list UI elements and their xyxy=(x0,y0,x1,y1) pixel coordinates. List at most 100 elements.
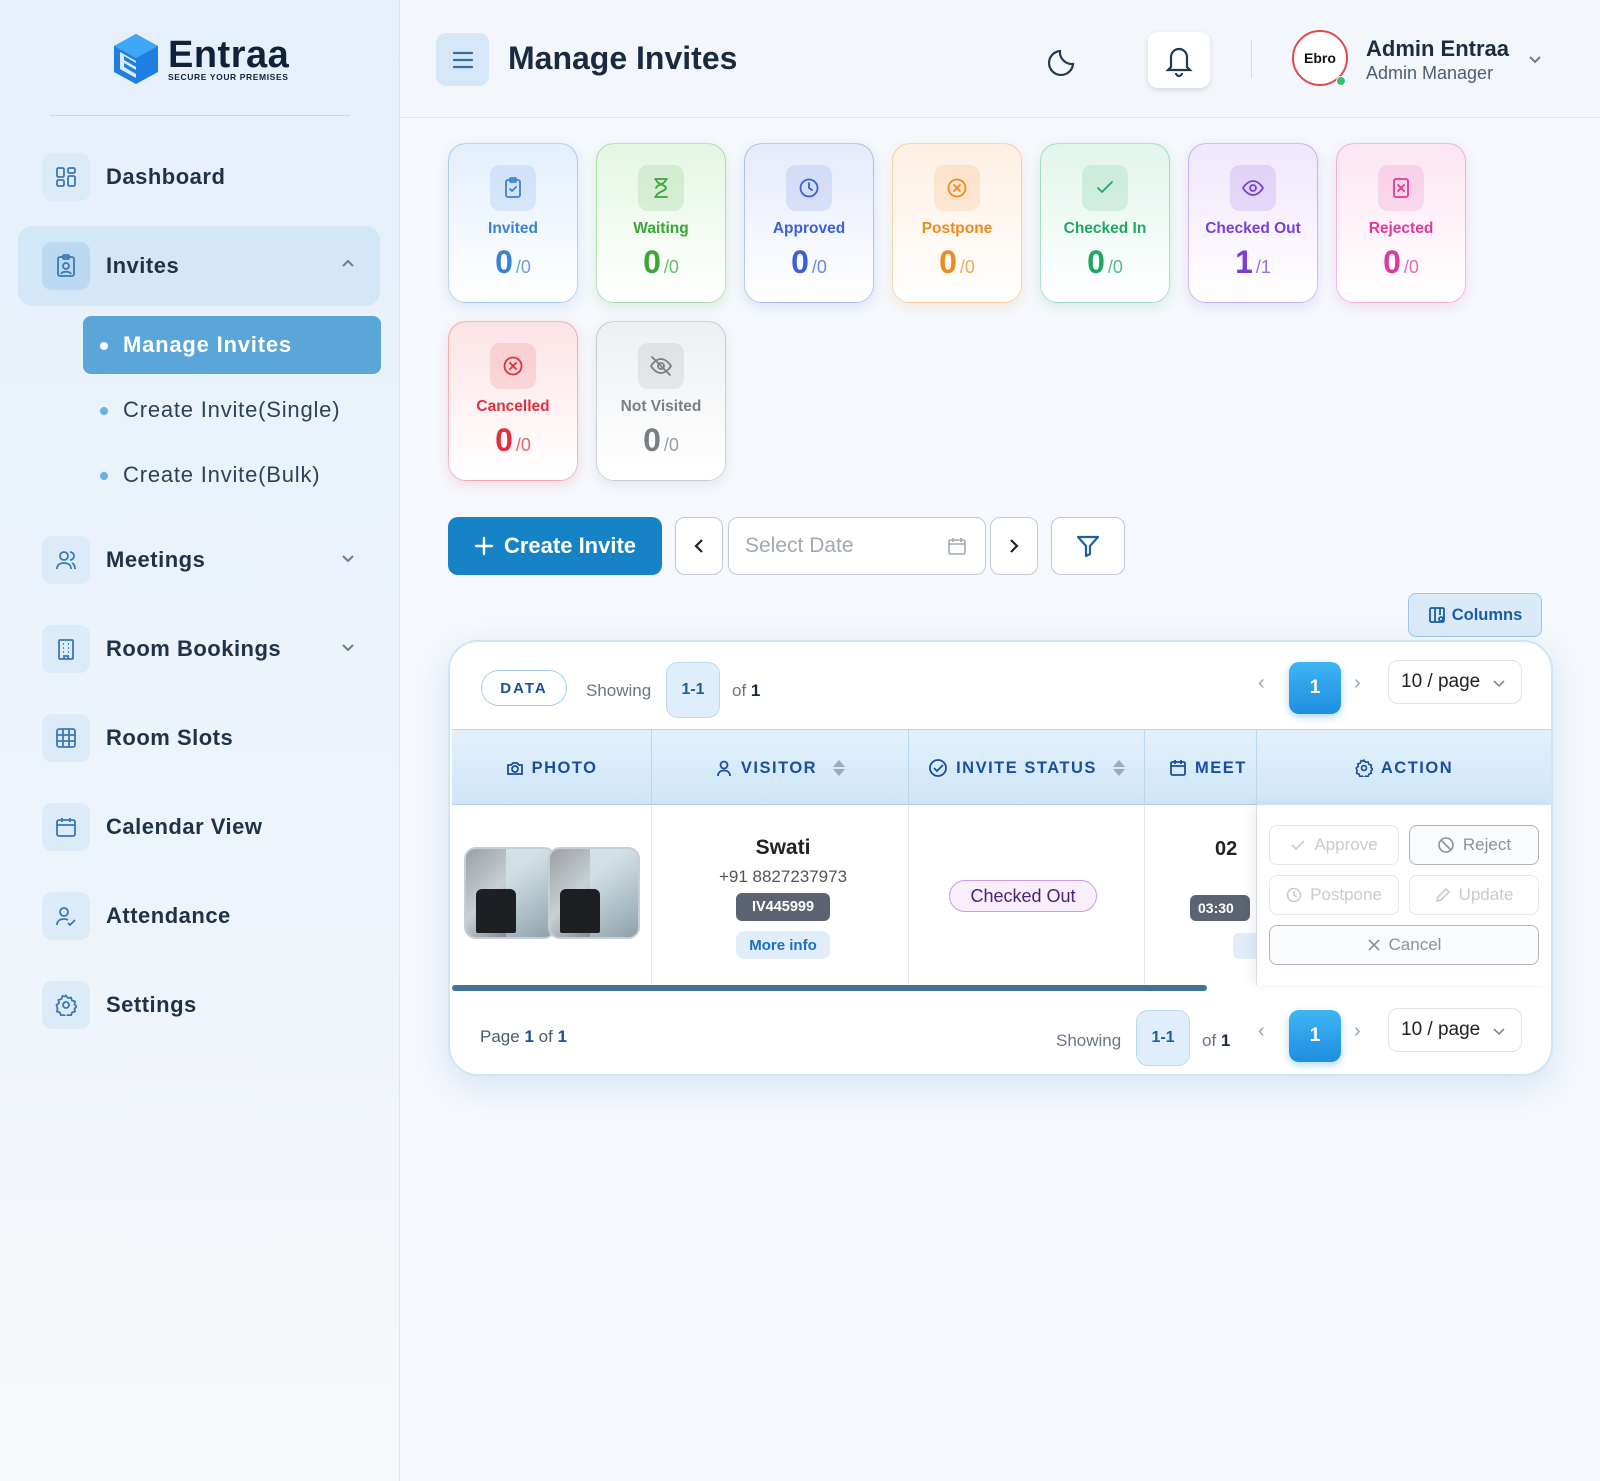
stat-card-waiting[interactable]: Waiting 0/0 xyxy=(596,143,726,303)
building-icon xyxy=(42,625,90,673)
sidebar-item-meetings[interactable]: Meetings xyxy=(18,520,380,600)
menu-toggle-button[interactable] xyxy=(436,33,489,86)
brand-logo[interactable]: Entraa SECURE YOUR PREMISES xyxy=(110,32,289,86)
moon-icon xyxy=(1047,49,1075,77)
sidebar-item-label: Invites xyxy=(106,253,180,278)
sidebar-item-label: Attendance xyxy=(106,903,231,928)
sidebar-item-room-bookings[interactable]: Room Bookings xyxy=(18,609,380,689)
stat-card-cancelled[interactable]: Cancelled 0/0 xyxy=(448,321,578,481)
of-label: of xyxy=(732,681,747,700)
clipboard-check-icon xyxy=(490,165,536,211)
page-size-select[interactable]: 10 / page xyxy=(1388,660,1522,704)
next-page-button[interactable]: › xyxy=(1354,1020,1361,1043)
sidebar-item-settings[interactable]: Settings xyxy=(18,965,380,1045)
column-label: MEET xyxy=(1195,758,1247,777)
photo-cell xyxy=(452,805,652,985)
calendar-icon xyxy=(1170,760,1186,776)
date-placeholder: Select Date xyxy=(745,534,854,557)
sidebar-subitem-manage-invites[interactable]: Manage Invites xyxy=(83,316,381,374)
sidebar-item-label: Meetings xyxy=(106,547,206,572)
sort-icon[interactable] xyxy=(1112,760,1125,776)
cancel-button[interactable]: Cancel xyxy=(1269,925,1539,965)
stat-total: /0 xyxy=(515,257,531,277)
sidebar-subitem-create-bulk[interactable]: Create Invite(Bulk) xyxy=(83,446,381,504)
date-picker-input[interactable]: Select Date xyxy=(728,517,986,575)
stat-card-approved[interactable]: Approved 0/0 xyxy=(744,143,874,303)
stat-value: 0 xyxy=(643,422,661,458)
prev-page-button[interactable]: ‹ xyxy=(1258,1020,1265,1043)
approve-button[interactable]: Approve xyxy=(1269,825,1399,865)
column-header-invite-status[interactable]: INVITE STATUS xyxy=(909,730,1145,806)
current-page-button[interactable]: 1 xyxy=(1289,662,1341,714)
column-header-visitor[interactable]: VISITOR xyxy=(652,730,909,806)
stat-card-rejected[interactable]: Rejected 0/0 xyxy=(1336,143,1466,303)
stat-card-postpone[interactable]: Postpone 0/0 xyxy=(892,143,1022,303)
action-cell: Approve Reject Postpone Update Cancel xyxy=(1257,805,1551,985)
user-check-icon xyxy=(42,892,90,940)
bell-icon xyxy=(1165,47,1193,77)
next-date-button[interactable] xyxy=(990,517,1038,575)
previous-date-button[interactable] xyxy=(675,517,723,575)
clock-icon xyxy=(786,165,832,211)
create-invite-button[interactable]: Create Invite xyxy=(448,517,662,575)
stat-total: /0 xyxy=(959,257,975,277)
eye-icon xyxy=(1230,165,1276,211)
user-name[interactable]: Admin Entraa xyxy=(1366,36,1509,62)
column-header-meeting[interactable]: MEET xyxy=(1145,730,1257,806)
column-header-photo[interactable]: PHOTO xyxy=(452,730,652,806)
visitor-photo-2[interactable] xyxy=(548,847,640,939)
current-page-button[interactable]: 1 xyxy=(1289,1010,1341,1062)
stat-value-group: 1/1 xyxy=(1235,246,1271,278)
visitor-photo-1[interactable] xyxy=(464,847,556,939)
more-info-button[interactable]: More info xyxy=(736,931,830,959)
page-size-value: 10 / page xyxy=(1401,671,1481,692)
stat-value: 0 xyxy=(1383,244,1401,280)
sidebar-item-dashboard[interactable]: Dashboard xyxy=(18,137,380,217)
sidebar-item-room-slots[interactable]: Room Slots xyxy=(18,698,380,778)
bullet-dot xyxy=(100,472,108,480)
next-page-button[interactable]: › xyxy=(1354,672,1361,695)
stat-total: /1 xyxy=(1255,257,1271,277)
theme-toggle-button[interactable] xyxy=(1040,38,1086,84)
postpone-label: Postpone xyxy=(1310,885,1382,904)
data-label: DATA xyxy=(481,670,567,706)
sidebar-subitem-label: Create Invite(Bulk) xyxy=(123,462,321,487)
stat-card-checked-in[interactable]: Checked In 0/0 xyxy=(1040,143,1170,303)
approve-label: Approve xyxy=(1314,835,1378,854)
stat-label: Waiting xyxy=(633,220,689,237)
stat-card-not-visited[interactable]: Not Visited 0/0 xyxy=(596,321,726,481)
stat-value: 0 xyxy=(495,244,513,280)
stat-card-invited[interactable]: Invited 0/0 xyxy=(448,143,578,303)
reject-button[interactable]: Reject xyxy=(1409,825,1539,865)
sidebar-item-calendar-view[interactable]: Calendar View xyxy=(18,787,380,867)
chevron-right-icon xyxy=(1010,539,1019,553)
meeting-info-chip[interactable] xyxy=(1233,933,1256,959)
sidebar-item-label: Room Slots xyxy=(106,725,234,750)
page-size-select[interactable]: 10 / page xyxy=(1388,1008,1522,1052)
notifications-button[interactable] xyxy=(1148,32,1210,88)
sidebar-item-attendance[interactable]: Attendance xyxy=(18,876,380,956)
postpone-button[interactable]: Postpone xyxy=(1269,875,1399,915)
filter-button[interactable] xyxy=(1051,517,1125,575)
chevron-down-icon[interactable] xyxy=(1526,50,1544,68)
status-cell: Checked Out xyxy=(909,805,1145,985)
visitor-phone: +91 8827237973 xyxy=(718,867,848,886)
prev-page-button[interactable]: ‹ xyxy=(1258,672,1265,695)
stat-value: 1 xyxy=(1235,244,1253,280)
columns-button[interactable]: Columns xyxy=(1408,593,1542,637)
online-status-dot xyxy=(1336,76,1346,86)
meeting-date: 02 xyxy=(1215,838,1238,860)
horizontal-scrollbar[interactable] xyxy=(452,985,1207,991)
filter-icon xyxy=(1076,535,1100,558)
stat-label: Approved xyxy=(772,220,846,237)
sidebar: Entraa SECURE YOUR PREMISES Dashboard In… xyxy=(0,0,400,1481)
sidebar-subitem-label: Create Invite(Single) xyxy=(123,397,341,422)
sidebar-subitem-create-single[interactable]: Create Invite(Single) xyxy=(83,381,381,439)
sort-icon[interactable] xyxy=(833,760,846,776)
update-button[interactable]: Update xyxy=(1409,875,1539,915)
stat-card-checked-out[interactable]: Checked Out 1/1 xyxy=(1188,143,1318,303)
reject-label: Reject xyxy=(1462,835,1512,854)
gear-icon xyxy=(42,981,90,1029)
sidebar-item-invites[interactable]: Invites xyxy=(18,226,380,306)
close-icon xyxy=(1367,939,1380,951)
